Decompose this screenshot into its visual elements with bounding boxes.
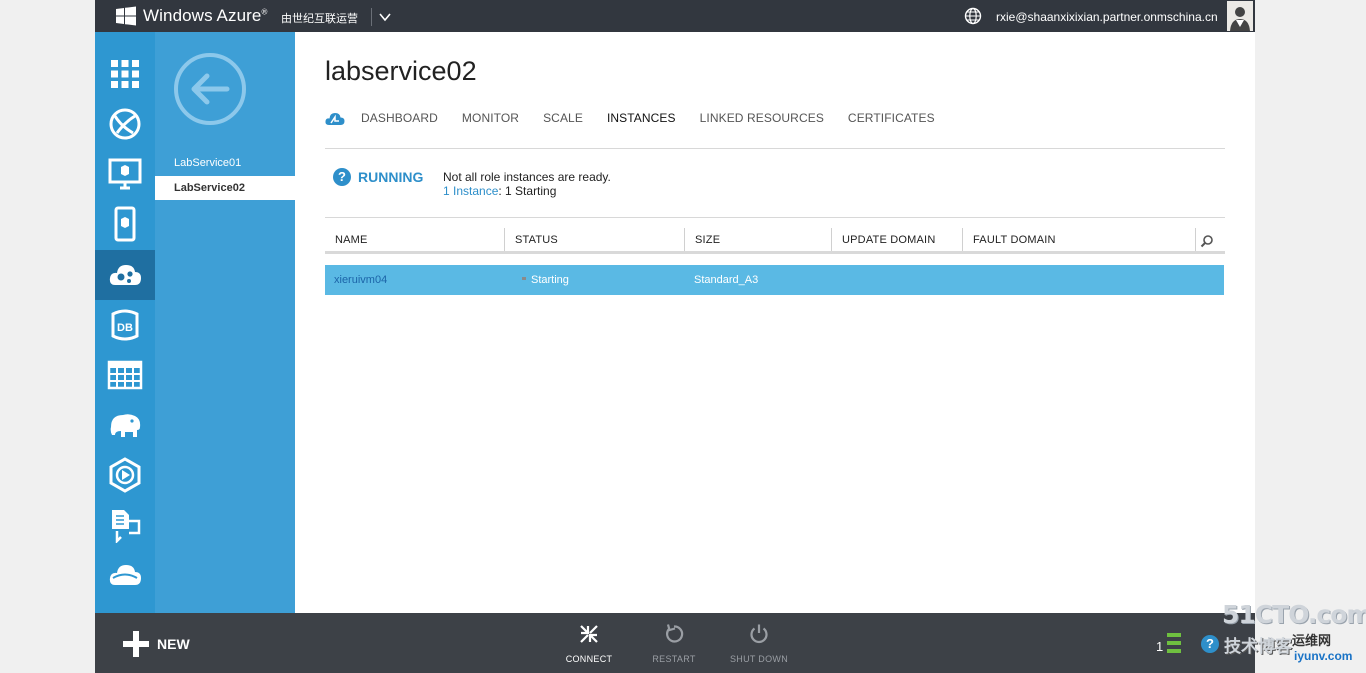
column-header-fault-domain[interactable]: FAULT DOMAIN — [963, 228, 1196, 251]
search-icon[interactable] — [1200, 234, 1214, 248]
instance-count-link[interactable]: 1 Instance — [443, 184, 498, 198]
service-item-label: LabService02 — [174, 182, 245, 194]
nav-media-services[interactable] — [95, 450, 155, 500]
divider — [325, 148, 1225, 149]
cloud-icon — [109, 565, 141, 585]
mobile-services-icon — [114, 206, 136, 242]
nav-service-bus[interactable] — [95, 500, 155, 550]
watermark-tech-blog: 技术博客 — [1224, 637, 1292, 656]
restart-label: RESTART — [652, 654, 696, 664]
azure-portal: Windows Azure® 由世纪互联运营 rxie@shaanxixixia… — [95, 0, 1255, 673]
plus-icon — [123, 631, 149, 657]
nav-all-items[interactable] — [95, 49, 155, 99]
user-email[interactable]: rxie@shaanxixixian.partner.onmschina.cn — [996, 10, 1218, 24]
cell-instance-status: Starting — [531, 274, 569, 286]
column-header-name[interactable]: NAME — [325, 228, 505, 251]
new-button[interactable]: NEW — [123, 631, 190, 657]
connect-label: CONNECT — [565, 654, 613, 664]
question-icon[interactable]: ? — [333, 168, 351, 186]
tab-linked-resources[interactable]: LINKED RESOURCES — [700, 111, 824, 125]
main-content: labservice02 DASHBOARD MONITOR SCALE INS… — [295, 32, 1255, 613]
chevron-down-icon[interactable] — [377, 9, 393, 25]
nav-cloud-storage[interactable] — [95, 550, 155, 600]
connect-button[interactable]: CONNECT — [549, 623, 629, 667]
tab-monitor[interactable]: MONITOR — [462, 111, 519, 125]
service-item-labservice02[interactable]: LabService02 — [155, 176, 295, 200]
notifications-icon[interactable] — [1165, 633, 1181, 653]
column-header-size[interactable]: SIZE — [685, 228, 832, 251]
elephant-icon — [110, 414, 141, 437]
topbar-divider — [371, 8, 372, 26]
top-bar: Windows Azure® 由世纪互联运营 rxie@shaanxixixia… — [95, 0, 1255, 32]
service-item-labservice01[interactable]: LabService01 — [155, 151, 295, 175]
page-title: labservice02 — [325, 56, 477, 86]
cloud-services-icon — [109, 265, 141, 285]
notification-count[interactable]: 1 — [1156, 639, 1163, 654]
connect-icon — [580, 625, 598, 643]
database-icon: DB — [111, 309, 139, 341]
globe-icon[interactable] — [964, 7, 982, 25]
divider — [325, 217, 1225, 218]
nav-hdinsight[interactable] — [95, 400, 155, 450]
cell-fault-domain — [963, 265, 1196, 295]
storage-table-icon — [107, 360, 143, 390]
new-label: NEW — [157, 636, 190, 652]
svg-text:DB: DB — [117, 322, 133, 334]
nav-virtual-machines[interactable] — [95, 149, 155, 199]
avatar[interactable] — [1227, 1, 1253, 31]
cell-instance-size: Standard_A3 — [694, 274, 759, 286]
brand-name: Windows Azure® — [143, 6, 268, 25]
brand-registered-mark: ® — [261, 7, 268, 17]
nav-mobile-services[interactable] — [95, 199, 155, 249]
service-list-panel: LabService01 LabService02 — [155, 32, 295, 613]
nav-cloud-services[interactable] — [95, 250, 155, 300]
help-icon[interactable]: ? — [1201, 635, 1219, 653]
column-header-update-domain[interactable]: UPDATE DOMAIN — [832, 228, 963, 251]
shut-down-button[interactable]: SHUT DOWN — [719, 623, 799, 667]
cloud-service-small-icon — [325, 113, 345, 125]
web-sites-icon — [109, 108, 141, 140]
grid-icon — [111, 60, 139, 88]
nav-web-sites[interactable] — [95, 99, 155, 149]
watermark-51cto: 51CTO.com — [1222, 600, 1366, 629]
status-detail-text: : 1 Starting — [498, 184, 557, 198]
restart-button[interactable]: RESTART — [634, 623, 714, 667]
brand[interactable]: Windows Azure® — [115, 6, 267, 26]
status-state: RUNNING — [358, 169, 424, 185]
instances-grid-header: NAME STATUS SIZE UPDATE DOMAIN FAULT DOM… — [325, 228, 1225, 254]
watermark-ops: 运维网 — [1292, 633, 1332, 648]
site-watermark: 51CTO.com 技术博客 运维网 iyunv.com — [1218, 600, 1366, 673]
back-arrow-icon[interactable] — [173, 52, 247, 126]
tab-certificates[interactable]: CERTIFICATES — [848, 111, 935, 125]
table-row[interactable]: xieruivm04 Starting Standard_A3 — [325, 265, 1224, 295]
command-bar: NEW CONNECT RESTART SHUT DOWN 1 ? — [95, 613, 1255, 673]
cell-instance-name[interactable]: xieruivm04 — [325, 265, 505, 295]
nav-sql-databases[interactable]: DB — [95, 300, 155, 350]
nav-storage[interactable] — [95, 350, 155, 400]
left-nav: DB — [95, 32, 155, 613]
status-detail: 1 Instance: 1 Starting — [443, 184, 556, 198]
column-header-status[interactable]: STATUS — [505, 228, 685, 251]
shut-down-label: SHUT DOWN — [729, 654, 789, 664]
status-message: Not all role instances are ready. — [443, 170, 611, 184]
tab-bar: DASHBOARD MONITOR SCALE INSTANCES LINKED… — [361, 111, 959, 125]
watermark-url: iyunv.com — [1294, 649, 1353, 663]
power-icon — [750, 624, 768, 644]
cell-update-domain — [832, 265, 963, 295]
operator-label: 由世纪互联运营 — [281, 13, 358, 25]
restart-icon — [666, 624, 684, 643]
service-bus-icon — [112, 510, 141, 543]
media-services-icon — [109, 457, 141, 493]
virtual-machine-icon — [108, 158, 142, 190]
tab-dashboard[interactable]: DASHBOARD — [361, 111, 438, 125]
windows-logo-icon — [116, 6, 136, 26]
service-item-label: LabService01 — [174, 157, 242, 169]
tab-instances[interactable]: INSTANCES — [607, 111, 676, 125]
tab-scale[interactable]: SCALE — [543, 111, 583, 125]
